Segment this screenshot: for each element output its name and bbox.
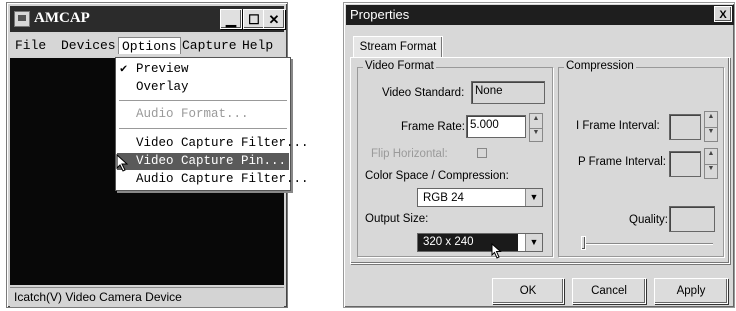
menu-file[interactable]: File: [12, 37, 49, 54]
camera-app-icon: [14, 11, 30, 27]
flip-horizontal-label: Flip Horizontal:: [371, 148, 448, 160]
mouse-cursor-icon: [491, 243, 502, 259]
amcap-title: AMCAP: [34, 10, 90, 26]
compression-group-label: Compression: [564, 60, 636, 72]
frame-rate-spinner[interactable]: ▲ ▼: [529, 113, 543, 142]
menu-file-label: File: [15, 38, 47, 53]
quality-label: Quality:: [629, 214, 668, 226]
menu-capture[interactable]: Capture: [179, 37, 240, 54]
menu-devices[interactable]: Devices: [58, 37, 119, 54]
options-menu: ✔ Preview Overlay Audio Format... Video …: [115, 57, 309, 191]
output-size-value: 320 x 240: [418, 234, 518, 251]
maximize-icon[interactable]: ☐: [243, 9, 265, 29]
output-size-select[interactable]: 320 x 240 ▼: [417, 233, 543, 252]
chevron-down-icon[interactable]: ▼: [525, 189, 542, 206]
spin-down-icon: ▼: [707, 164, 715, 172]
apply-button[interactable]: Apply: [654, 278, 728, 304]
properties-title: Properties: [350, 7, 410, 22]
menu-help-label: Help: [242, 38, 274, 53]
spin-up-icon: ▲: [705, 149, 717, 165]
menu-devices-label: Devices: [61, 38, 116, 53]
color-space-label: Color Space / Compression:: [365, 170, 509, 182]
menu-options[interactable]: Options: [118, 37, 181, 54]
menu-item-audio-format: Audio Format...: [136, 107, 249, 121]
video-standard-label: Video Standard:: [382, 87, 465, 99]
cancel-button[interactable]: Cancel: [572, 278, 646, 304]
tab-stream-format[interactable]: Stream Format: [353, 36, 443, 58]
menu-separator: [119, 100, 287, 101]
i-frame-spinner: ▲ ▼: [704, 111, 718, 142]
flip-horizontal-checkbox: [477, 148, 487, 158]
p-frame-interval-field: [669, 151, 701, 177]
color-space-select[interactable]: RGB 24 ▼: [417, 188, 543, 207]
status-bar: Icatch(V) Video Camera Device: [10, 287, 284, 307]
spin-up-icon: ▲: [705, 112, 717, 128]
i-frame-interval-label: I Frame Interval:: [576, 120, 660, 132]
properties-title-bar[interactable]: Properties: [346, 5, 734, 25]
quality-field: [669, 206, 715, 232]
menu-item-overlay[interactable]: Overlay: [117, 79, 289, 96]
menu-item-video-capture-pin[interactable]: Video Capture Pin...: [117, 153, 289, 170]
menu-help[interactable]: Help: [239, 37, 276, 54]
quality-slider-track: [583, 243, 713, 245]
menu-separator: [119, 128, 287, 129]
menu-item-preview[interactable]: Preview: [117, 61, 289, 78]
quality-slider-thumb: [581, 236, 586, 250]
close-icon[interactable]: X: [714, 6, 732, 22]
properties-dialog: Properties X Stream Format Video Format …: [343, 2, 735, 308]
frame-rate-label: Frame Rate:: [401, 121, 465, 133]
menu-item-video-capture-filter[interactable]: Video Capture Filter...: [117, 135, 309, 152]
menu-item-audio-capture-filter[interactable]: Audio Capture Filter...: [117, 171, 309, 188]
video-format-group-label: Video Format: [363, 60, 436, 72]
frame-rate-input[interactable]: 5.000: [466, 115, 526, 138]
minimize-icon[interactable]: ▁: [220, 9, 242, 29]
ok-button[interactable]: OK: [492, 278, 564, 304]
spin-down-icon[interactable]: ▼: [530, 128, 542, 142]
output-size-label: Output Size:: [365, 213, 429, 225]
amcap-title-bar[interactable]: AMCAP ▁ ☐ ✕: [10, 6, 285, 32]
video-standard-field: None: [471, 81, 545, 104]
close-icon[interactable]: ✕: [263, 9, 285, 29]
p-frame-spinner: ▲ ▼: [704, 148, 718, 179]
amcap-menubar: File Devices Options Capture Help: [10, 34, 284, 56]
menu-capture-label: Capture: [182, 38, 237, 53]
mouse-cursor-icon: [116, 154, 129, 172]
i-frame-interval-field: [669, 114, 701, 140]
spin-up-icon[interactable]: ▲: [530, 114, 542, 129]
spin-down-icon: ▼: [707, 127, 715, 135]
menu-options-label: Options: [122, 39, 177, 54]
tab-panel: Video Format Video Standard: None Frame …: [350, 57, 730, 264]
color-space-value: RGB 24: [423, 192, 464, 204]
p-frame-interval-label: P Frame Interval:: [578, 156, 666, 168]
chevron-down-icon[interactable]: ▼: [525, 234, 542, 251]
